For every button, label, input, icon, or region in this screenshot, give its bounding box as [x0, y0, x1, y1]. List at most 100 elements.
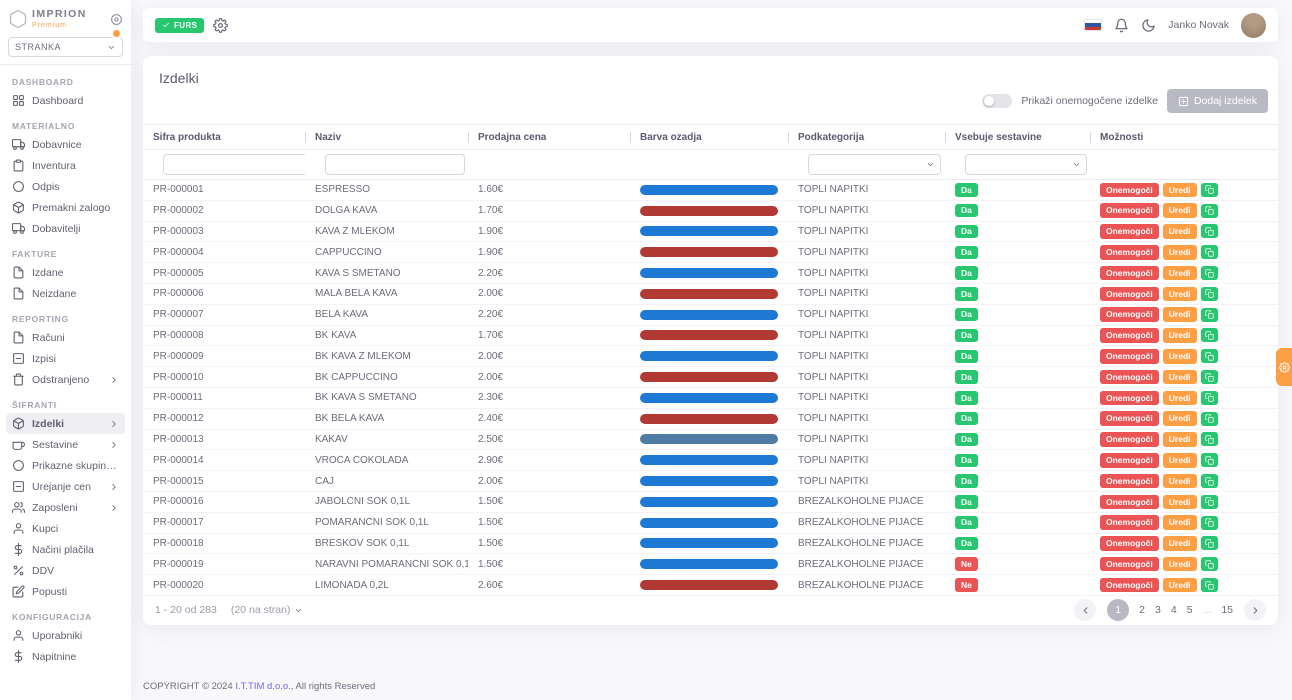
sidebar-item-prikazne-skupine-iz[interactable]: Prikazne skupine iz...	[6, 455, 125, 476]
edit-button[interactable]: Uredi	[1162, 203, 1197, 218]
sidebar-item-popusti[interactable]: Popusti	[6, 581, 125, 602]
column-header-prodajna-cena[interactable]: Prodajna cena	[468, 132, 630, 143]
duplicate-button[interactable]	[1200, 203, 1218, 218]
duplicate-button[interactable]	[1200, 286, 1218, 301]
edit-button[interactable]: Uredi	[1162, 432, 1197, 447]
page-button-2[interactable]: 2	[1139, 604, 1145, 616]
sidebar-item-sestavine[interactable]: Sestavine	[6, 434, 125, 455]
duplicate-button[interactable]	[1200, 494, 1218, 509]
disable-button[interactable]: Onemogoči	[1100, 265, 1159, 281]
duplicate-button[interactable]	[1200, 578, 1218, 593]
page-button-4[interactable]: 4	[1171, 604, 1177, 616]
filter-code-input[interactable]	[163, 154, 305, 175]
edit-button[interactable]: Uredi	[1162, 224, 1197, 239]
edit-button[interactable]: Uredi	[1162, 453, 1197, 468]
filter-name-input[interactable]	[325, 154, 465, 175]
duplicate-button[interactable]	[1200, 432, 1218, 447]
duplicate-button[interactable]	[1200, 390, 1218, 405]
filter-subcategory-select[interactable]	[808, 154, 941, 175]
user-name[interactable]: Janko Novak	[1168, 19, 1229, 31]
furs-badge[interactable]: FURS	[155, 17, 205, 33]
duplicate-button[interactable]	[1200, 515, 1218, 530]
disable-button[interactable]: Onemogoči	[1100, 328, 1159, 343]
edit-button[interactable]: Uredi	[1162, 349, 1197, 364]
edit-button[interactable]: Uredi	[1162, 556, 1197, 572]
sidebar-item-na-ini-pla-ila[interactable]: Načini plačila	[6, 539, 125, 560]
sidebar-item-odpis[interactable]: Odpis	[6, 176, 125, 197]
sidebar-item-dashboard[interactable]: Dashboard	[6, 90, 125, 111]
filter-ingredients-select[interactable]	[965, 154, 1087, 175]
duplicate-button[interactable]	[1200, 182, 1218, 197]
disable-button[interactable]: Onemogoči	[1100, 432, 1159, 447]
disable-button[interactable]: Onemogoči	[1100, 556, 1159, 572]
add-product-button[interactable]: Dodaj izdelek	[1166, 89, 1268, 113]
disable-button[interactable]: Onemogoči	[1100, 349, 1159, 364]
next-page-button[interactable]	[1244, 599, 1266, 622]
disable-button[interactable]: Onemogoči	[1100, 369, 1159, 385]
disable-button[interactable]: Onemogoči	[1100, 536, 1159, 551]
page-button-5[interactable]: 5	[1187, 604, 1193, 616]
duplicate-button[interactable]	[1200, 328, 1218, 343]
disable-button[interactable]: Onemogoči	[1100, 182, 1159, 198]
column-header-vsebuje-sestavine[interactable]: Vsebuje sestavine	[945, 132, 1090, 143]
edit-button[interactable]: Uredi	[1162, 286, 1197, 302]
language-flag-icon[interactable]	[1084, 19, 1103, 31]
sidebar-item-premakni-zalogo[interactable]: Premakni zalogo	[6, 197, 125, 218]
duplicate-button[interactable]	[1200, 349, 1218, 364]
disable-button[interactable]: Onemogoči	[1100, 515, 1159, 530]
edit-button[interactable]: Uredi	[1162, 411, 1197, 426]
disable-button[interactable]: Onemogoči	[1100, 577, 1159, 593]
disable-button[interactable]: Onemogoči	[1100, 203, 1159, 218]
edit-button[interactable]: Uredi	[1162, 536, 1197, 551]
sidebar-item-urejanje-cen[interactable]: Urejanje cen	[6, 476, 125, 497]
sidebar-item-izpisi[interactable]: Izpisi	[6, 348, 125, 369]
sidebar-item-odstranjeno[interactable]: Odstranjeno	[6, 369, 125, 390]
customizer-toggle[interactable]	[1276, 348, 1292, 386]
disable-button[interactable]: Onemogoči	[1100, 411, 1159, 426]
page-button-1[interactable]: 1	[1107, 599, 1130, 622]
show-disabled-toggle[interactable]	[982, 94, 1013, 108]
disable-button[interactable]: Onemogoči	[1100, 390, 1159, 406]
duplicate-button[interactable]	[1200, 411, 1218, 426]
edit-button[interactable]: Uredi	[1162, 307, 1197, 322]
column-header-barva-ozadja[interactable]: Barva ozadja	[630, 132, 788, 143]
page-button-3[interactable]: 3	[1155, 604, 1161, 616]
duplicate-button[interactable]	[1200, 536, 1218, 551]
sidebar-item-inventura[interactable]: Inventura	[6, 155, 125, 176]
duplicate-button[interactable]	[1200, 307, 1218, 322]
duplicate-button[interactable]	[1200, 266, 1218, 281]
disable-button[interactable]: Onemogoči	[1100, 494, 1159, 510]
duplicate-button[interactable]	[1200, 557, 1218, 572]
sidebar-item-neizdane[interactable]: Neizdane	[6, 283, 125, 304]
sidebar-item-kupci[interactable]: Kupci	[6, 518, 125, 539]
disable-button[interactable]: Onemogoči	[1100, 245, 1159, 260]
duplicate-button[interactable]	[1200, 453, 1218, 468]
disable-button[interactable]: Onemogoči	[1100, 286, 1159, 302]
notifications-bell-icon[interactable]	[1114, 18, 1129, 33]
duplicate-button[interactable]	[1200, 224, 1218, 239]
client-select[interactable]: STRANKA	[8, 37, 123, 57]
prev-page-button[interactable]	[1074, 599, 1097, 622]
edit-button[interactable]: Uredi	[1162, 245, 1197, 260]
sidebar-item-dobavitelji[interactable]: Dobavitelji	[6, 218, 125, 239]
sidebar-item-ra-uni[interactable]: Računi	[6, 327, 125, 348]
duplicate-button[interactable]	[1200, 370, 1218, 385]
settings-gear-icon[interactable]	[213, 17, 229, 33]
edit-button[interactable]: Uredi	[1162, 494, 1197, 510]
footer-company-link[interactable]: I.T.TIM d.o.o.	[235, 681, 290, 692]
edit-button[interactable]: Uredi	[1162, 515, 1197, 530]
column-header-naziv[interactable]: Naziv	[305, 132, 468, 143]
duplicate-button[interactable]	[1200, 245, 1218, 260]
dark-mode-moon-icon[interactable]	[1141, 18, 1156, 33]
edit-button[interactable]: Uredi	[1162, 328, 1197, 343]
edit-button[interactable]: Uredi	[1162, 182, 1197, 198]
sidebar-item-izdane[interactable]: Izdane	[6, 262, 125, 283]
page-size-select[interactable]: (20 na stran)	[231, 604, 304, 616]
sidebar-item-izdelki[interactable]: Izdelki	[6, 413, 125, 434]
column-header-ifra-produkta[interactable]: Šifra produkta	[143, 132, 305, 143]
edit-button[interactable]: Uredi	[1162, 265, 1197, 281]
disable-button[interactable]: Onemogoči	[1100, 453, 1159, 468]
sidebar-item-uporabniki[interactable]: Uporabniki	[6, 625, 125, 646]
edit-button[interactable]: Uredi	[1162, 369, 1197, 385]
sidebar-item-dobavnice[interactable]: Dobavnice	[6, 134, 125, 155]
